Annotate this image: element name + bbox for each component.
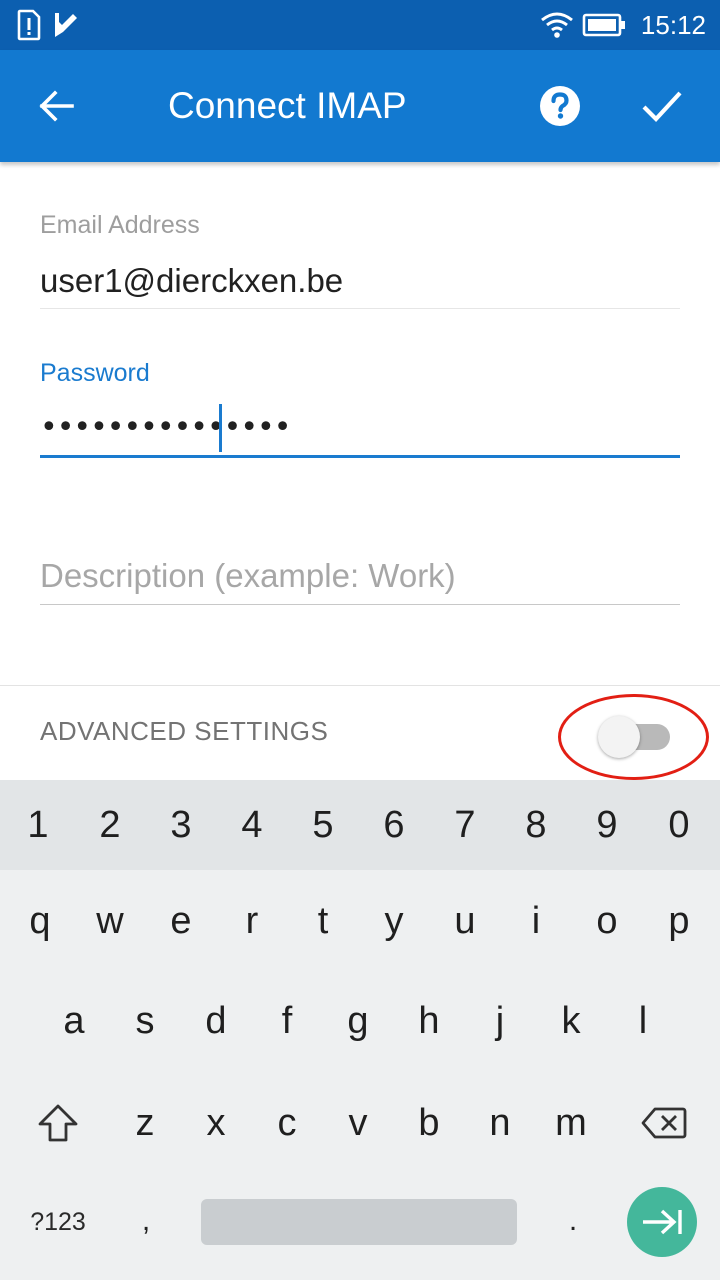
key-m[interactable]: m (535, 1078, 607, 1168)
key-5[interactable]: 5 (287, 780, 359, 870)
next-arrow-icon (640, 1207, 684, 1237)
period-key[interactable]: . (537, 1176, 609, 1266)
password-underline (40, 455, 680, 458)
page-title: Connect IMAP (168, 85, 407, 126)
help-button[interactable] (534, 80, 586, 132)
key-t[interactable]: t (287, 876, 359, 966)
battery-icon (582, 8, 626, 42)
shift-key[interactable] (20, 1078, 96, 1168)
spacebar[interactable] (201, 1199, 517, 1245)
text-cursor (219, 404, 222, 452)
key-k[interactable]: k (535, 976, 607, 1066)
key-4[interactable]: 4 (216, 780, 288, 870)
number-row: 1 2 3 4 5 6 7 8 9 0 (0, 780, 720, 870)
key-g[interactable]: g (322, 976, 394, 1066)
status-time: 15:12 (640, 10, 706, 40)
arrow-left-icon (38, 90, 74, 122)
shift-icon (37, 1103, 79, 1143)
key-9[interactable]: 9 (571, 780, 643, 870)
key-s[interactable]: s (109, 976, 181, 1066)
key-y[interactable]: y (358, 876, 430, 966)
wifi-icon (540, 8, 574, 42)
key-r[interactable]: r (216, 876, 288, 966)
key-f[interactable]: f (251, 976, 323, 1066)
key-u[interactable]: u (429, 876, 501, 966)
key-2[interactable]: 2 (74, 780, 146, 870)
description-underline (40, 604, 680, 605)
password-label: Password (40, 359, 150, 387)
check-icon (641, 89, 683, 123)
key-o[interactable]: o (571, 876, 643, 966)
back-button[interactable] (30, 80, 82, 132)
key-i[interactable]: i (500, 876, 572, 966)
key-j[interactable]: j (464, 976, 536, 1066)
help-circle-icon (539, 85, 581, 127)
keyboard: 1 2 3 4 5 6 7 8 9 0 q w e r t y u i o p … (0, 780, 720, 1280)
key-h[interactable]: h (393, 976, 465, 1066)
app-bar: Connect IMAP (0, 50, 720, 162)
highlight-circle (558, 694, 709, 780)
advanced-settings-label: ADVANCED SETTINGS (40, 716, 329, 746)
key-w[interactable]: w (74, 876, 146, 966)
key-a[interactable]: a (38, 976, 110, 1066)
key-d[interactable]: d (180, 976, 252, 1066)
key-b[interactable]: b (393, 1078, 465, 1168)
key-8[interactable]: 8 (500, 780, 572, 870)
confirm-button[interactable] (636, 80, 688, 132)
key-6[interactable]: 6 (358, 780, 430, 870)
key-0[interactable]: 0 (643, 780, 715, 870)
key-e[interactable]: e (145, 876, 217, 966)
email-label: Email Address (40, 211, 200, 239)
key-z[interactable]: z (109, 1078, 181, 1168)
symbols-key[interactable]: ?123 (20, 1199, 96, 1245)
backspace-key[interactable] (626, 1078, 702, 1168)
key-c[interactable]: c (251, 1078, 323, 1168)
description-input[interactable] (40, 548, 680, 604)
enter-key[interactable] (627, 1187, 697, 1257)
backspace-icon (641, 1106, 687, 1140)
key-l[interactable]: l (607, 976, 679, 1066)
task-check-icon (52, 8, 80, 42)
password-field[interactable]: ••••••••••••••• (40, 404, 291, 452)
comma-key[interactable]: , (110, 1176, 182, 1266)
section-divider (0, 685, 720, 686)
key-7[interactable]: 7 (429, 780, 501, 870)
key-q[interactable]: q (4, 876, 76, 966)
key-x[interactable]: x (180, 1078, 252, 1168)
key-1[interactable]: 1 (2, 780, 74, 870)
email-field[interactable]: user1@dierckxen.be (40, 262, 343, 300)
key-n[interactable]: n (464, 1078, 536, 1168)
sim-alert-icon (16, 8, 42, 42)
key-v[interactable]: v (322, 1078, 394, 1168)
key-3[interactable]: 3 (145, 780, 217, 870)
key-p[interactable]: p (643, 876, 715, 966)
email-underline (40, 308, 680, 309)
status-bar: 15:12 (0, 0, 720, 50)
